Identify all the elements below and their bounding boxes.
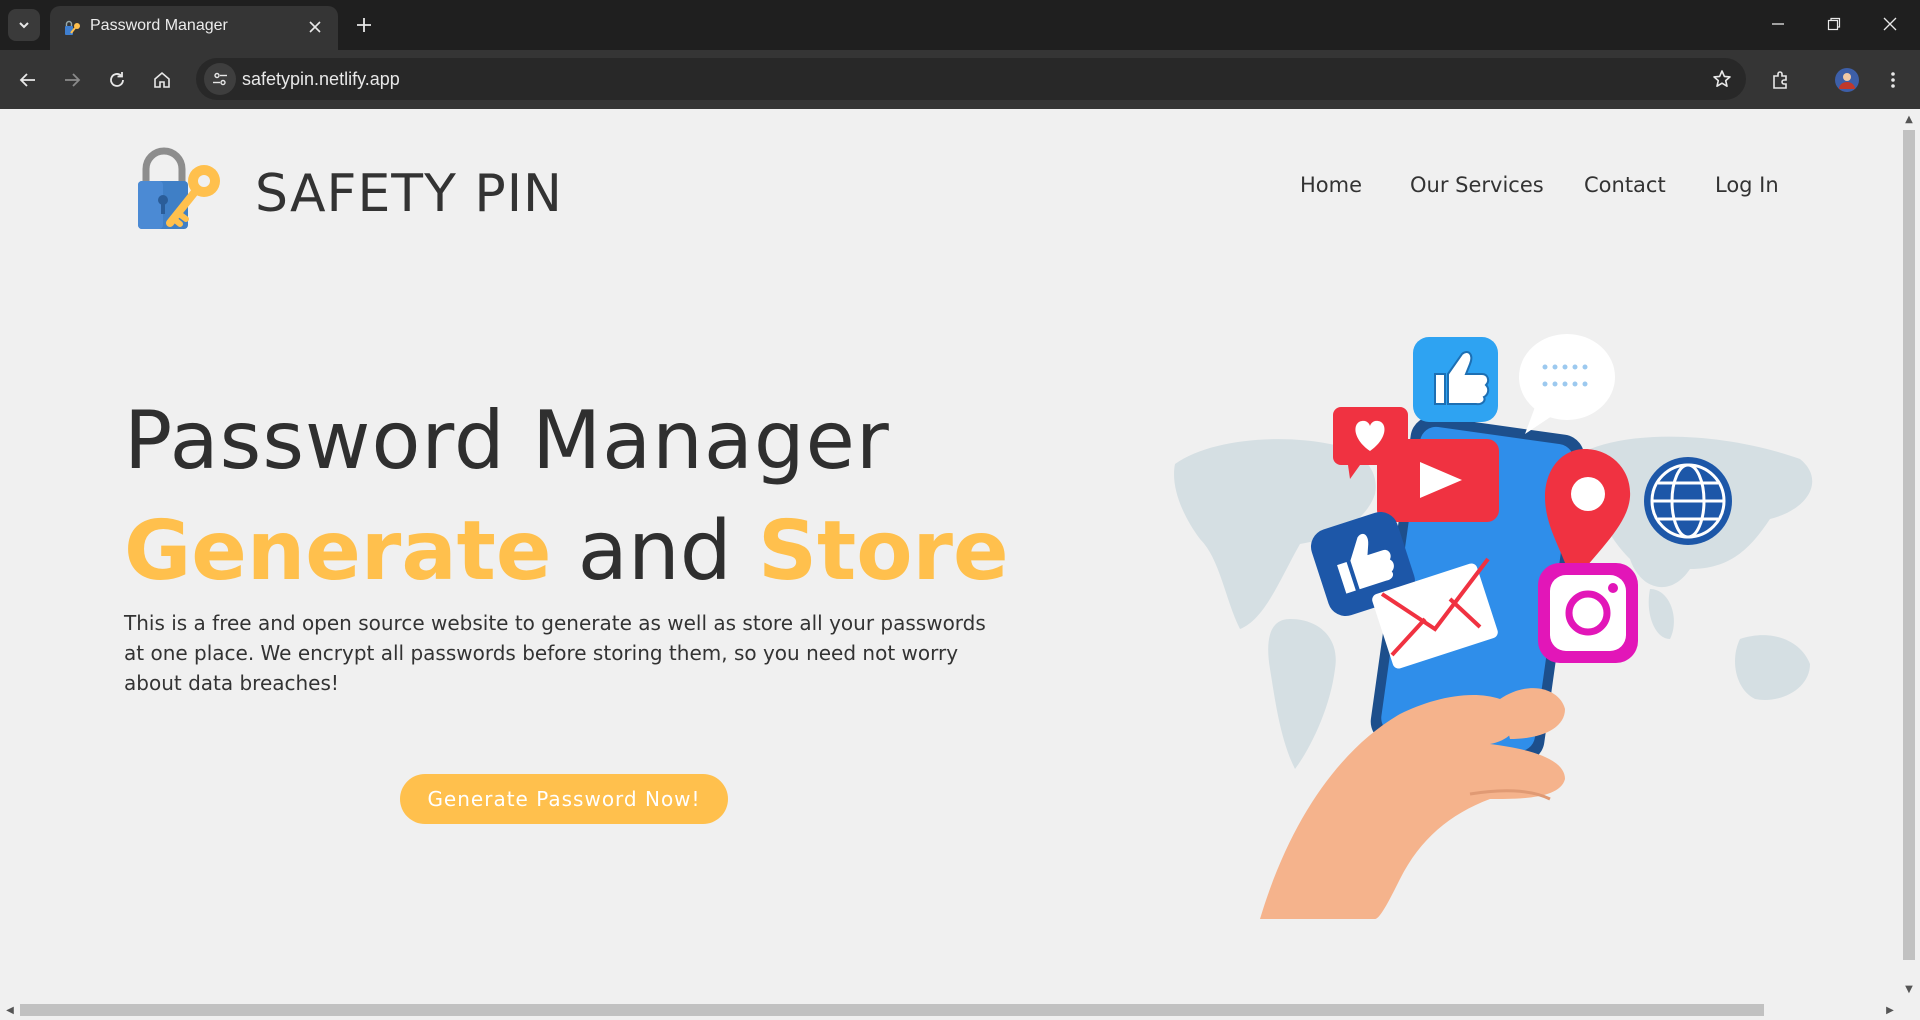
hero-description: This is a free and open source website t… (124, 611, 986, 695)
browser-tab[interactable]: Password Manager (50, 6, 338, 50)
globe-icon (1644, 457, 1732, 545)
scroll-up-arrow-icon[interactable]: ▲ (1901, 111, 1917, 127)
url-text[interactable]: safetypin.netlify.app (242, 69, 400, 90)
nav-our-services[interactable]: Our Services (1410, 173, 1544, 197)
arrow-right-icon (65, 73, 81, 87)
site-info-button[interactable] (204, 63, 236, 95)
nav-contact[interactable]: Contact (1584, 173, 1666, 197)
browser-tab-bar: Password Manager (0, 0, 1920, 50)
scroll-right-arrow-icon[interactable]: ▶ (1882, 1002, 1898, 1018)
hero-word-and: and (577, 504, 732, 599)
extensions-button[interactable] (1765, 64, 1797, 96)
hero-subtitle: Generate and Store (124, 504, 1009, 599)
menu-button[interactable] (1877, 64, 1909, 96)
tab-title: Password Manager (90, 17, 228, 34)
nav-log-in[interactable]: Log In (1715, 173, 1779, 197)
minimize-icon (1772, 23, 1784, 25)
play-icon (1377, 439, 1499, 522)
tab-search-button[interactable] (8, 9, 40, 41)
plus-icon (357, 18, 371, 32)
home-icon (154, 71, 170, 88)
browser-toolbar: safetypin.netlify.app (0, 50, 1920, 109)
close-icon (1883, 17, 1897, 31)
generate-password-button[interactable]: Generate Password Now! (400, 774, 728, 824)
arrow-left-icon (19, 73, 35, 87)
star-icon (1713, 70, 1731, 87)
more-vertical-icon (1891, 72, 1895, 88)
home-button[interactable] (146, 64, 178, 96)
restore-icon (1827, 17, 1841, 31)
lock-key-logo-icon (138, 147, 220, 229)
scroll-down-arrow-icon[interactable]: ▼ (1901, 981, 1917, 997)
back-button[interactable] (12, 64, 44, 96)
close-window-button[interactable] (1876, 12, 1904, 36)
avatar-icon (1835, 68, 1859, 92)
horizontal-scroll-thumb[interactable] (20, 1004, 1764, 1016)
hero-title: Password Manager (124, 394, 890, 487)
restore-button[interactable] (1820, 12, 1848, 36)
chat-bubble-icon (1519, 334, 1615, 434)
minimize-button[interactable] (1764, 12, 1792, 36)
hero-illustration (1174, 334, 1813, 919)
hero-word-generate: Generate (124, 504, 552, 599)
nav-home[interactable]: Home (1300, 173, 1362, 197)
chevron-down-icon (19, 22, 29, 29)
new-tab-button[interactable] (352, 13, 376, 37)
puzzle-icon (1773, 71, 1787, 89)
close-icon (309, 21, 321, 33)
reload-icon (110, 72, 124, 87)
address-bar[interactable]: safetypin.netlify.app (196, 58, 1746, 100)
camera-icon (1538, 563, 1638, 663)
hero-word-store: Store (757, 504, 1009, 599)
tune-icon (213, 72, 227, 86)
tab-close-button[interactable] (304, 16, 326, 38)
profile-button[interactable] (1831, 64, 1863, 96)
thumbs-up-icon (1413, 337, 1498, 422)
favicon-icon (65, 20, 80, 35)
scroll-left-arrow-icon[interactable]: ◀ (2, 1002, 18, 1018)
web-page: SAFETY PIN Home Our Services Contact Log… (0, 109, 1898, 999)
brand-name[interactable]: SAFETY PIN (255, 164, 563, 224)
vertical-scroll-thumb[interactable] (1903, 130, 1915, 960)
reload-button[interactable] (101, 64, 133, 96)
bookmark-button[interactable] (1710, 67, 1734, 91)
forward-button[interactable] (56, 64, 88, 96)
